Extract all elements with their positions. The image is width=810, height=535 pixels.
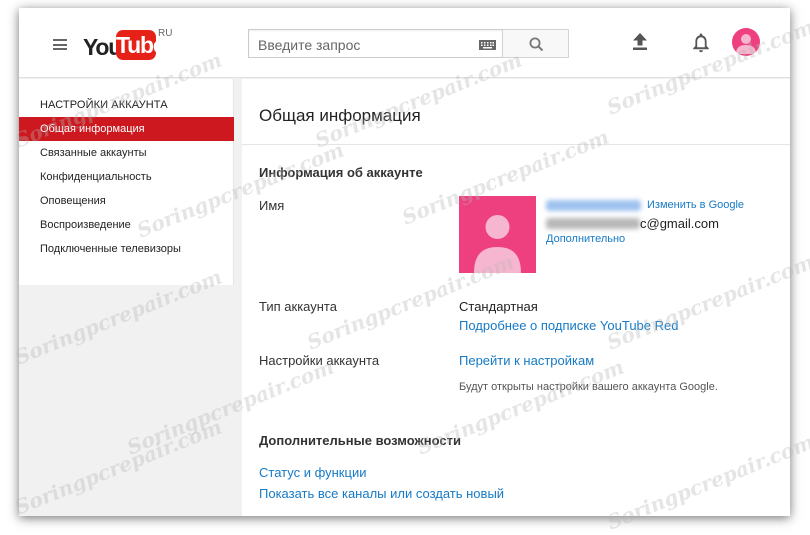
search-button[interactable] [502, 29, 569, 58]
blurred-name [546, 200, 641, 211]
sidebar-title: НАСТРОЙКИ АККАУНТА [40, 99, 168, 111]
sidebar-item-overview[interactable]: Общая информация [19, 117, 234, 141]
edit-in-google-link[interactable]: Изменить в Google [647, 199, 744, 211]
account-type-label: Тип аккаунта [259, 299, 337, 314]
avatar-icon [736, 34, 756, 54]
sidebar-list: Общая информация Связанные аккаунты Конф… [19, 117, 234, 261]
more-link[interactable]: Дополнительно [546, 233, 625, 245]
logo-region: RU [158, 28, 173, 39]
profile-picture[interactable] [459, 196, 536, 273]
account-settings-label: Настройки аккаунта [259, 353, 380, 368]
masthead: You Tube RU Введите запрос [19, 8, 790, 78]
extra-features-heading: Дополнительные возможности [259, 433, 461, 448]
blurred-email [546, 218, 640, 229]
sidebar-item-notifications[interactable]: Оповещения [19, 189, 234, 213]
default-avatar-icon [474, 215, 521, 273]
sidebar-item-playback[interactable]: Воспроизведение [19, 213, 234, 237]
name-label: Имя [259, 198, 285, 213]
menu-icon[interactable] [53, 39, 67, 50]
go-to-settings-link[interactable]: Перейти к настройкам [459, 353, 594, 368]
main-content: Общая информация Информация об аккаунте … [242, 79, 790, 516]
logo-tube-text: Tube [116, 30, 166, 60]
divider [242, 144, 790, 145]
account-type-value: Стандартная [459, 299, 538, 314]
status-features-link[interactable]: Статус и функции [259, 465, 366, 480]
sidebar-item-connected-tvs[interactable]: Подключенные телевизоры [19, 237, 234, 261]
search-icon [529, 37, 544, 52]
youtube-red-link[interactable]: Подробнее о подписке YouTube Red [459, 318, 678, 333]
browser-frame: You Tube RU Введите запрос НАСТРОЙКИ АКК… [19, 8, 790, 516]
upload-icon[interactable] [632, 33, 648, 51]
search-input[interactable]: Введите запрос [248, 29, 502, 58]
email-domain: c@gmail.com [640, 216, 719, 231]
page-title: Общая информация [259, 106, 421, 125]
account-info-heading: Информация об аккаунте [259, 165, 423, 180]
avatar[interactable] [732, 28, 760, 56]
sidebar-item-privacy[interactable]: Конфиденциальность [19, 165, 234, 189]
settings-note: Будут открыты настройки вашего аккаунта … [459, 381, 718, 393]
search-placeholder: Введите запрос [258, 37, 361, 53]
keyboard-icon[interactable] [479, 40, 496, 50]
settings-sidebar: НАСТРОЙКИ АККАУНТА Общая информация Связ… [19, 79, 234, 285]
bell-icon[interactable] [692, 32, 710, 53]
show-all-channels-link[interactable]: Показать все каналы или создать новый [259, 486, 504, 501]
sidebar-item-connected-accounts[interactable]: Связанные аккаунты [19, 141, 234, 165]
